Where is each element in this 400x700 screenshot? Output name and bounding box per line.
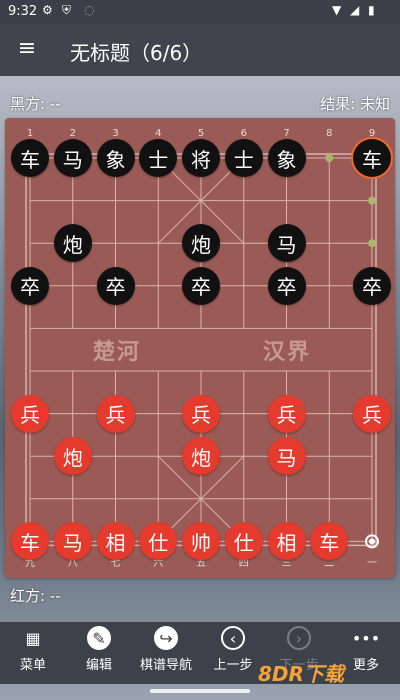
black-piece[interactable]: 炮 (53, 224, 92, 263)
red-piece[interactable]: 仕 (224, 522, 263, 561)
watermark-logo: 8DR下载 (258, 662, 344, 686)
page-title: 无标题（6/6） (70, 41, 203, 65)
river-label-right: 汉界 (263, 340, 312, 365)
previous-step-button[interactable]: ‹ 上一步 (200, 622, 266, 684)
black-piece[interactable]: 将 (182, 139, 220, 177)
black-piece[interactable]: 象 (267, 139, 306, 177)
shield-icon: ⛨ (62, 3, 72, 17)
red-piece[interactable]: 兵 (182, 394, 220, 433)
app-bar: ≡ 无标题（6/6） (0, 24, 400, 76)
wifi-icon: ▼ (332, 3, 342, 17)
red-piece[interactable]: 相 (96, 522, 135, 561)
river-label-left: 楚河 (93, 340, 142, 365)
notation-nav-button[interactable]: ↪ 棋谱导航 (133, 622, 199, 684)
more-icon: ••• (351, 628, 381, 648)
top-file-label: 9 (368, 128, 376, 139)
notation-nav-label: 棋谱导航 (139, 658, 192, 673)
edit-button[interactable]: ✎ 编辑 (66, 622, 132, 684)
black-piece[interactable]: 卒 (267, 266, 306, 305)
black-piece[interactable]: 士 (139, 139, 178, 177)
top-file-label: 3 (112, 128, 119, 139)
black-piece[interactable]: 象 (96, 139, 135, 177)
red-piece[interactable]: 兵 (11, 394, 49, 433)
top-file-label: 4 (155, 128, 162, 139)
menu-label: 菜单 (19, 658, 46, 673)
red-piece[interactable]: 兵 (96, 394, 135, 433)
black-player-label: 黑方: -- (10, 95, 61, 113)
red-piece[interactable]: 兵 (353, 394, 391, 433)
black-piece[interactable]: 卒 (182, 266, 220, 305)
prev-icon: ‹ (221, 626, 245, 650)
red-piece[interactable]: 炮 (53, 437, 92, 476)
black-piece[interactable]: 卒 (96, 266, 135, 305)
gesture-bar (150, 689, 250, 693)
red-piece[interactable]: 马 (53, 522, 92, 561)
previous-step-label: 上一步 (213, 658, 253, 673)
top-file-label: 1 (26, 128, 34, 139)
black-piece[interactable]: 马 (267, 224, 306, 263)
bottom-file-label: 一 (367, 558, 377, 569)
signal-icon: ◢ (350, 3, 360, 17)
black-piece[interactable]: 卒 (353, 266, 391, 305)
menu-grid-icon: ▦ (25, 628, 41, 648)
top-file-label: 6 (240, 128, 247, 139)
red-player-label: 红方: -- (10, 587, 61, 605)
battery-icon: ▮ (368, 3, 375, 17)
board-grid (25, 153, 379, 549)
red-piece[interactable]: 马 (267, 437, 306, 476)
move-hint-dot[interactable] (368, 196, 376, 205)
black-piece[interactable]: 炮 (182, 224, 220, 263)
edit-label: 编辑 (85, 658, 112, 673)
top-file-label: 7 (283, 128, 290, 139)
black-piece[interactable]: 马 (53, 139, 92, 177)
xiangqi-board[interactable]: 楚河 汉界 123456789九八七六五四三二一 车马象士将士象车炮炮马卒卒卒卒… (5, 118, 395, 578)
move-hint-dot[interactable] (368, 239, 376, 248)
status-time: 9:32 (8, 4, 38, 19)
black-piece[interactable]: 卒 (11, 266, 49, 305)
red-piece[interactable]: 相 (267, 522, 306, 561)
edit-icon: ✎ (87, 626, 111, 650)
black-piece[interactable]: 车 (11, 139, 49, 177)
next-icon: › (287, 626, 311, 650)
red-piece[interactable]: 兵 (267, 394, 306, 433)
hamburger-menu-icon[interactable]: ≡ (14, 36, 40, 62)
status-bar: 9:32 ⚙ ⛨ ◌ ▼ ◢ ▮ (0, 0, 400, 24)
menu-button[interactable]: ▦ 菜单 (0, 622, 66, 684)
black-piece[interactable]: 车 (353, 139, 391, 177)
move-hint-dot[interactable] (325, 154, 334, 162)
top-file-label: 8 (326, 128, 333, 139)
share-arrow-icon: ↪ (154, 626, 178, 650)
result-label: 结果: 未知 (320, 95, 390, 113)
black-piece[interactable]: 士 (224, 139, 263, 177)
top-file-label: 5 (197, 128, 205, 139)
settings-icon: ⚙ (42, 3, 53, 17)
move-hint-dot[interactable] (369, 538, 375, 545)
wifi-off-icon: ◌ (84, 3, 95, 17)
top-file-label: 2 (69, 128, 76, 139)
red-piece[interactable]: 炮 (182, 437, 220, 476)
